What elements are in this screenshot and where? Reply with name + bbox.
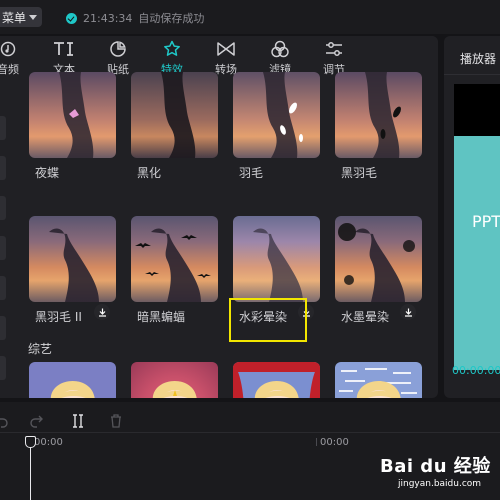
effect-label: 黑化 <box>137 166 162 180</box>
effect-label: 夜蝶 <box>35 166 60 180</box>
audio-icon <box>0 38 16 60</box>
side-rail-item[interactable] <box>0 276 6 300</box>
effect-label: 羽毛 <box>239 166 264 180</box>
highlight-box <box>229 298 307 342</box>
filter-icon <box>270 38 290 60</box>
download-icon[interactable] <box>94 304 110 320</box>
preview-screen[interactable]: PPT <box>454 84 500 370</box>
ruler-tick <box>316 438 317 446</box>
menu-button[interactable]: 菜单 <box>0 7 42 27</box>
divider <box>0 432 500 433</box>
effect-card[interactable]: 水墨晕染 <box>335 216 422 326</box>
side-rail-item[interactable] <box>0 156 6 180</box>
effects-icon <box>163 38 181 60</box>
effect-label: 黑羽毛 <box>341 166 378 180</box>
effect-thumbnail <box>335 362 422 398</box>
save-text: 自动保存成功 <box>138 12 205 25</box>
side-rail <box>0 116 6 396</box>
effect-thumbnail <box>233 216 320 302</box>
effect-card[interactable]: 暗黑蝙蝠 <box>131 216 218 326</box>
material-panel: 音频 文本 贴纸 特效 转场 滤镜 调节 夜蝶 黑化 羽毛 黑羽毛 黑羽毛 II… <box>0 36 438 398</box>
section-title: 综艺 <box>28 342 53 356</box>
check-circle-icon <box>66 12 77 24</box>
side-rail-item[interactable] <box>0 356 6 380</box>
effect-card[interactable] <box>233 362 320 398</box>
effect-card[interactable] <box>335 362 422 398</box>
effect-card[interactable]: 黑羽毛 <box>335 68 422 180</box>
ruler-label: 00:00 <box>34 437 63 448</box>
timeline-toolbar <box>0 412 140 432</box>
download-icon[interactable] <box>400 304 416 320</box>
effect-thumbnail <box>335 216 422 302</box>
chevron-down-icon <box>29 14 38 20</box>
top-bar: 菜单 21:43:34 自动保存成功 <box>0 0 500 34</box>
effect-thumbnail <box>29 362 116 398</box>
effect-label: 水墨晕染 <box>341 310 390 324</box>
undo-icon[interactable] <box>0 414 8 431</box>
effect-thumbnail <box>233 362 320 398</box>
watermark-url: jingyan.baidu.com <box>398 479 482 489</box>
player-title: 播放器 <box>460 52 497 66</box>
split-icon[interactable] <box>72 414 84 431</box>
playhead-handle[interactable] <box>25 436 36 448</box>
effect-thumbnail <box>335 72 422 158</box>
effect-label: 暗黑蝙蝠 <box>137 310 186 324</box>
text-icon <box>53 38 75 60</box>
effect-card[interactable]: 夜蝶 <box>29 68 116 180</box>
effect-card[interactable] <box>29 362 116 398</box>
tab-audio[interactable]: 音频 <box>0 38 30 78</box>
timeline: 00:00 00:00 Bai du 经验 jingyan.baidu.com <box>0 402 500 500</box>
player-panel: 播放器 PPT 00:00:00 <box>444 36 500 398</box>
effects-grid: 夜蝶 黑化 羽毛 黑羽毛 黑羽毛 II 暗黑蝙蝠 水彩晕染 水墨晕染 综艺 <box>24 72 434 398</box>
effect-thumbnail <box>29 216 116 302</box>
autosave-status: 21:43:34 自动保存成功 <box>66 10 204 26</box>
ruler-label: 00:00 <box>320 437 349 448</box>
menu-label: 菜单 <box>2 10 27 25</box>
effect-thumbnail <box>131 216 218 302</box>
effect-card[interactable] <box>131 362 218 398</box>
playhead[interactable] <box>30 444 31 500</box>
effect-card[interactable]: 黑化 <box>131 68 218 180</box>
side-rail-item[interactable] <box>0 236 6 260</box>
delete-icon[interactable] <box>110 414 122 431</box>
side-rail-item[interactable] <box>0 116 6 140</box>
sticker-icon <box>109 38 127 60</box>
tab-label: 音频 <box>0 63 19 76</box>
preview-text: PPT <box>472 212 500 231</box>
effect-thumbnail <box>131 72 218 158</box>
redo-icon[interactable] <box>30 414 44 431</box>
transition-icon <box>216 38 236 60</box>
effect-card[interactable]: 羽毛 <box>233 68 320 180</box>
effect-card[interactable]: 黑羽毛 II <box>29 216 116 326</box>
watermark: Bai du 经验 jingyan.baidu.com <box>380 452 498 496</box>
effect-thumbnail <box>29 72 116 158</box>
effect-thumbnail <box>233 72 320 158</box>
preview-frame <box>454 136 500 370</box>
effect-thumbnail <box>131 362 218 398</box>
side-rail-item[interactable] <box>0 316 6 340</box>
watermark-logo: Bai du 经验 <box>380 456 491 477</box>
adjust-icon <box>324 38 344 60</box>
player-time: 00:00:00 <box>452 364 500 377</box>
save-time: 21:43:34 <box>83 11 133 25</box>
side-rail-item[interactable] <box>0 196 6 220</box>
divider <box>444 74 500 75</box>
effect-label: 黑羽毛 II <box>35 310 82 324</box>
